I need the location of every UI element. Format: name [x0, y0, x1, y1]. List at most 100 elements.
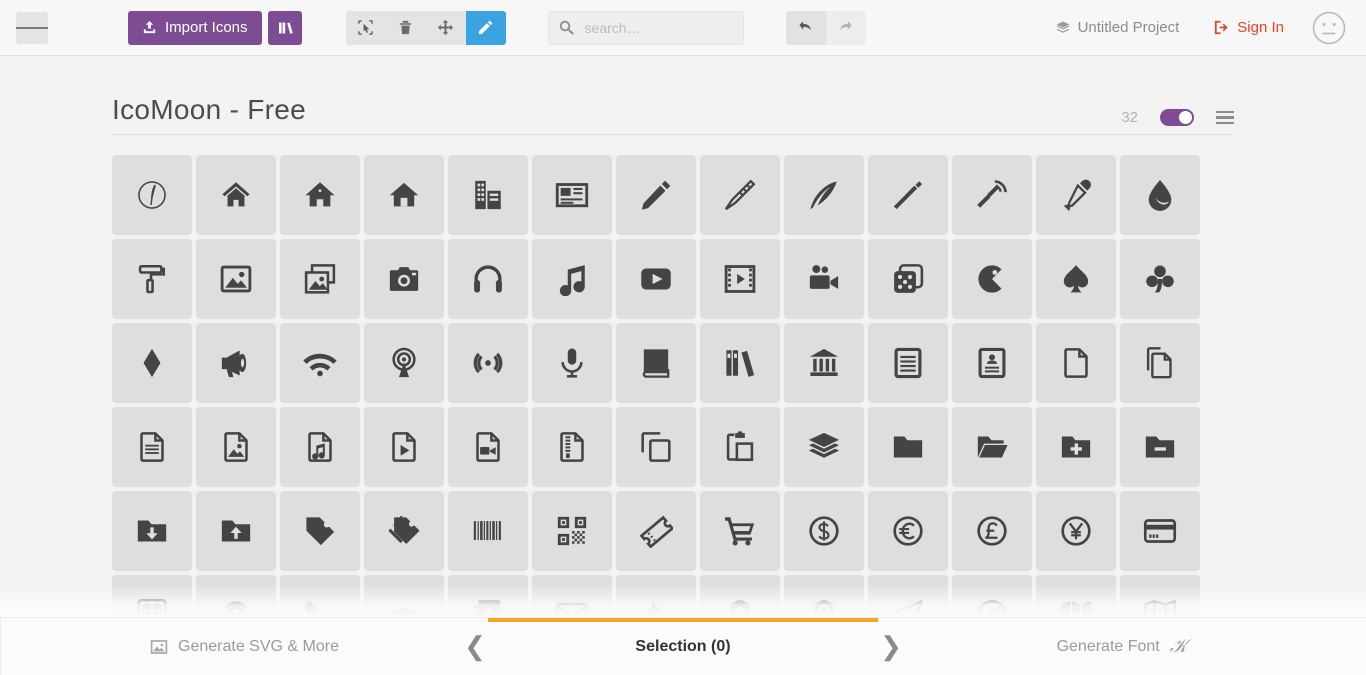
icon-cell[interactable]: [1036, 406, 1116, 487]
icon-cell[interactable]: [700, 322, 780, 403]
project-button[interactable]: Untitled Project: [1055, 19, 1179, 36]
icon-cell[interactable]: [700, 490, 780, 571]
hamburger-bar: [16, 26, 27, 29]
upload-icon: [143, 20, 156, 34]
move-tool[interactable]: [426, 11, 466, 45]
set-menu-icon[interactable]: [1216, 110, 1234, 125]
redo-button[interactable]: [825, 10, 866, 45]
icon-cell[interactable]: [364, 322, 444, 403]
icon-cell[interactable]: [532, 490, 612, 571]
icon-cell[interactable]: [280, 490, 360, 571]
icon-cell[interactable]: [448, 406, 528, 487]
icon-cell[interactable]: [784, 490, 864, 571]
icon-cell[interactable]: [952, 406, 1032, 487]
redo-arrow-icon: [840, 21, 852, 31]
icon-cell[interactable]: [196, 154, 276, 235]
search-input[interactable]: [547, 10, 744, 45]
icon-cell[interactable]: [784, 154, 864, 235]
icon-cell[interactable]: [1036, 490, 1116, 571]
icon-cell[interactable]: [952, 238, 1032, 319]
icon-cell[interactable]: [112, 490, 192, 571]
folder-minus-icon: [1145, 436, 1175, 458]
undo-button[interactable]: [785, 10, 826, 45]
icon-cell[interactable]: [448, 238, 528, 319]
icon-cell[interactable]: [532, 154, 612, 235]
stack-icon: [808, 432, 840, 458]
tool-group: [345, 10, 506, 45]
icon-cell[interactable]: [112, 154, 192, 235]
generate-svg-button[interactable]: Generate SVG & More: [0, 618, 488, 675]
spades-icon: [1063, 264, 1089, 293]
droplet-icon: [1148, 179, 1172, 211]
icon-cell[interactable]: [616, 154, 696, 235]
icon-cell[interactable]: [700, 406, 780, 487]
icon-cell[interactable]: [280, 154, 360, 235]
icon-cell[interactable]: [952, 154, 1032, 235]
icon-cell[interactable]: [700, 154, 780, 235]
delete-tool[interactable]: [386, 11, 426, 45]
icon-cell[interactable]: [364, 490, 444, 571]
icon-cell[interactable]: [868, 238, 948, 319]
icon-cell[interactable]: [1120, 490, 1200, 571]
icon-cell[interactable]: [532, 322, 612, 403]
icon-cell[interactable]: [112, 322, 192, 403]
generate-font-button[interactable]: Generate Font 𝒦: [878, 618, 1366, 675]
icon-grid: [112, 154, 1212, 655]
icon-cell[interactable]: [616, 406, 696, 487]
icon-cell[interactable]: [1120, 238, 1200, 319]
import-icons-label: Import Icons: [165, 19, 248, 36]
file-music-icon: [308, 431, 332, 462]
icon-cell[interactable]: [364, 238, 444, 319]
icon-cell[interactable]: [364, 406, 444, 487]
set-visibility-toggle[interactable]: [1160, 108, 1194, 126]
icon-cell[interactable]: [448, 154, 528, 235]
icon-cell[interactable]: [616, 322, 696, 403]
icon-cell[interactable]: [280, 238, 360, 319]
ticket-icon: [639, 515, 673, 548]
file-play-icon: [392, 431, 416, 462]
icon-cell[interactable]: [196, 322, 276, 403]
icon-cell[interactable]: [448, 490, 528, 571]
icon-cell[interactable]: [868, 406, 948, 487]
icon-cell[interactable]: [616, 490, 696, 571]
icon-cell[interactable]: [280, 322, 360, 403]
select-tool[interactable]: [346, 11, 386, 45]
icon-cell[interactable]: [868, 154, 948, 235]
icon-cell[interactable]: [868, 322, 948, 403]
icon-cell[interactable]: [952, 490, 1032, 571]
icon-cell[interactable]: [196, 490, 276, 571]
icon-cell[interactable]: [1120, 406, 1200, 487]
neutral-face-icon[interactable]: [1312, 11, 1346, 45]
icon-cell[interactable]: [952, 322, 1032, 403]
icon-cell[interactable]: [616, 238, 696, 319]
import-icons-button[interactable]: Import Icons: [128, 10, 262, 45]
icon-cell[interactable]: [868, 490, 948, 571]
selection-tab[interactable]: ❮ Selection (0) ❯: [464, 618, 902, 675]
icon-cell[interactable]: [532, 406, 612, 487]
icon-cell[interactable]: [1036, 238, 1116, 319]
icon-cell[interactable]: [784, 322, 864, 403]
icon-cell[interactable]: [112, 406, 192, 487]
icon-cell[interactable]: [532, 238, 612, 319]
icon-cell[interactable]: [448, 322, 528, 403]
icon-cell[interactable]: [196, 406, 276, 487]
icon-cell[interactable]: [1036, 322, 1116, 403]
icon-cell[interactable]: [196, 238, 276, 319]
edit-tool[interactable]: [465, 10, 506, 45]
icon-cell[interactable]: [784, 406, 864, 487]
search-box: [547, 10, 744, 45]
hamburger-icon[interactable]: [16, 11, 49, 44]
library-button[interactable]: [267, 10, 302, 45]
icon-cell[interactable]: [1036, 154, 1116, 235]
icon-cell[interactable]: [112, 238, 192, 319]
icon-cell[interactable]: [784, 238, 864, 319]
icon-cell[interactable]: [1120, 154, 1200, 235]
icon-cell[interactable]: [280, 406, 360, 487]
sign-in-button[interactable]: Sign In: [1213, 19, 1284, 36]
icon-cell[interactable]: [1120, 322, 1200, 403]
icon-cell[interactable]: [700, 238, 780, 319]
file-picture-icon: [224, 431, 248, 462]
file-zip-icon: [560, 431, 584, 462]
icon-cell[interactable]: [364, 154, 444, 235]
file-text2-icon: [140, 431, 164, 462]
